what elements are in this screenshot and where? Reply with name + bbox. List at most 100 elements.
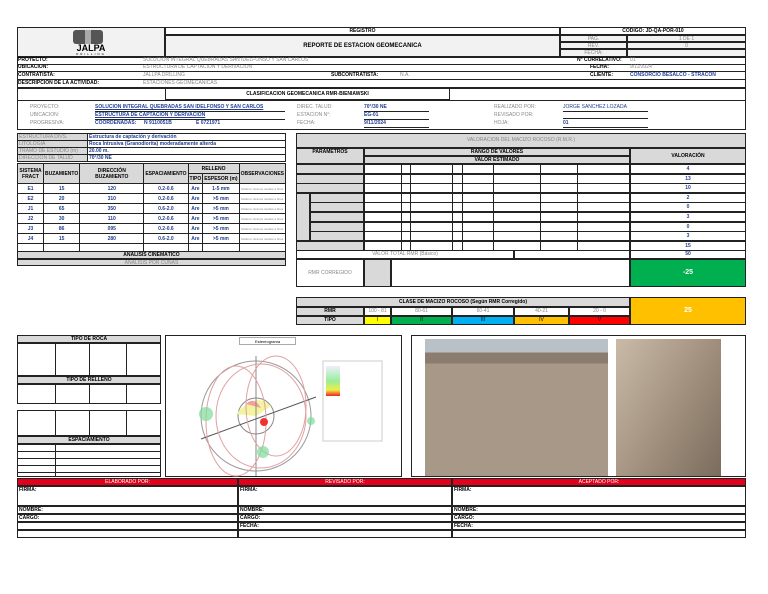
cell: 20 bbox=[42, 193, 81, 204]
blank-row bbox=[17, 530, 238, 538]
cell: J3 bbox=[17, 223, 44, 234]
clase-tipo-label: TIPO bbox=[296, 316, 364, 325]
table-row: J4 15 280 0.6-2.0 Are >5 mm Relleno: Granos me… bbox=[17, 233, 287, 244]
valoracion-value: 3 bbox=[630, 231, 746, 242]
cell: 310 bbox=[79, 193, 145, 204]
parametro-cell bbox=[310, 192, 364, 203]
blank-row bbox=[452, 530, 746, 538]
cell: Are bbox=[187, 213, 204, 224]
h-obs: OBSERVACIONES bbox=[238, 163, 287, 184]
valoracion-value: 13 bbox=[630, 173, 746, 184]
firma-header: REVISADO POR: bbox=[238, 478, 452, 486]
nombre-field: NOMBRE: bbox=[452, 506, 746, 514]
clase-tipo: IV bbox=[514, 316, 569, 325]
cell: Relleno: Granos medios a finos bbox=[238, 193, 287, 204]
logo-icon bbox=[73, 30, 103, 44]
corregido-label: RMR CORREGIDO bbox=[296, 259, 364, 287]
firma-field: FIRMA: bbox=[238, 486, 452, 506]
tipo-relleno-grid bbox=[17, 384, 161, 404]
cell: Are bbox=[187, 233, 204, 244]
estacion: EG-01 bbox=[364, 112, 429, 120]
rango-cell bbox=[364, 164, 630, 174]
cell: Relleno: Granos medios a finos bbox=[238, 183, 287, 194]
cell: 0.2-0.6 bbox=[143, 183, 189, 194]
blank-row bbox=[238, 530, 452, 538]
revisado-label: REVISADO POR: bbox=[494, 112, 534, 118]
tramo-label: TRAMO DE ESTUDIO (m) bbox=[17, 147, 88, 155]
subcontratista-value: N.A. bbox=[400, 72, 410, 78]
parametros-header: PARAMETROS bbox=[296, 148, 364, 164]
rev-label: REV. bbox=[560, 42, 627, 49]
dirtalud-label: DIREC. TALUD: bbox=[297, 104, 333, 110]
cell: >5 mm bbox=[202, 193, 240, 204]
cargo-field: CARGO: bbox=[238, 514, 452, 522]
cliente-label: CLIENTE: bbox=[590, 72, 614, 78]
dirtalud-row-label: DIRECCION DE TALUD bbox=[17, 154, 88, 162]
dirtalud: 70°/30 NE bbox=[364, 104, 429, 112]
espaciamiento-header: ESPACIAMIENTO bbox=[17, 436, 161, 444]
corregido-blank bbox=[391, 259, 630, 287]
outcrop-photo-1 bbox=[425, 339, 608, 476]
cell: Relleno: Granos medios a finos bbox=[238, 223, 287, 234]
cell: 280 bbox=[79, 233, 145, 244]
cell: >5 mm bbox=[202, 213, 240, 224]
info-proyecto: SOLUCION INTEGRAL QUEBRADAS SAN IDELFONS… bbox=[95, 104, 285, 112]
clase-range: 60-41 bbox=[452, 307, 514, 316]
tramo-value: 20.00 m. bbox=[87, 147, 286, 155]
subcontratista-label: SUBCONTRATISTA: bbox=[331, 72, 379, 78]
cell: Relleno: Granos medios a finos bbox=[238, 233, 287, 244]
rango-cell bbox=[364, 221, 630, 232]
fecha-field: FECHA: bbox=[452, 522, 746, 530]
ubicacion-label: UBICACIÓN: bbox=[18, 64, 48, 70]
pag-label: PAG. bbox=[560, 35, 627, 42]
clase-tipo: III bbox=[452, 316, 514, 325]
total-value: 50 bbox=[630, 250, 746, 259]
cell: E2 bbox=[17, 193, 44, 204]
pole-cluster bbox=[257, 446, 269, 458]
fecha-value bbox=[627, 49, 746, 57]
correlativo-label: N° CORRELATIVO: bbox=[577, 57, 622, 63]
cargo-field: CARGO: bbox=[17, 514, 238, 522]
realizado: JORGE SANCHEZ LOZADA bbox=[563, 104, 648, 112]
info-fecha: 9/11/2024 bbox=[364, 120, 429, 128]
estimado-header: VALOR ESTIMADO bbox=[364, 156, 630, 164]
legend-scale bbox=[326, 366, 340, 396]
divider bbox=[17, 79, 746, 80]
h-buzamiento: BUZAMIENTO bbox=[42, 163, 81, 184]
firma-field: FIRMA: bbox=[452, 486, 746, 506]
cell: >5 mm bbox=[202, 223, 240, 234]
stereonet-plot bbox=[199, 355, 383, 477]
rango-cell bbox=[364, 192, 630, 203]
estructura-value: Estructura de captación y derivación bbox=[87, 133, 286, 141]
contratista-value: JALLPA DRILLING bbox=[143, 72, 185, 78]
info-fecha-label: FECHA: bbox=[297, 120, 316, 126]
contratista-label: CONTRATISTA: bbox=[18, 72, 55, 78]
estacion-label: ESTACION N°: bbox=[297, 112, 331, 118]
estructura-table: ESTRUCTURA DIVS. Estructura de captación … bbox=[17, 133, 286, 162]
rango-cell bbox=[364, 231, 630, 242]
rango-cell bbox=[364, 212, 630, 222]
clase-title: CLASE DE MACIZO ROCOSO (Según RMR Correg… bbox=[296, 297, 630, 307]
logo-sub: DRILLING bbox=[76, 52, 106, 56]
hoja: 01 bbox=[563, 120, 648, 128]
dirtalud-row-value: 70°/30 NE bbox=[87, 154, 286, 162]
cell: 110 bbox=[79, 213, 145, 224]
info-progresiva-label: PROGRESIVA: bbox=[30, 120, 65, 126]
cell: 0.6-2.0 bbox=[143, 203, 189, 214]
fecha2-value: 9/11/2024 bbox=[630, 64, 652, 70]
tipo-relleno-header: TIPO DE RELLENO bbox=[17, 376, 161, 384]
cell: J2 bbox=[17, 213, 44, 224]
correlativo-value: 01 bbox=[630, 57, 636, 63]
ubicacion-value: ESTRUCTURA DE CAPTACIÓN Y DERIVACIÓN bbox=[143, 64, 253, 70]
fecha2-label: FECHA: bbox=[590, 64, 609, 70]
espaciamiento-grid bbox=[17, 444, 161, 477]
rango-header: RANGO DE VALORES bbox=[364, 148, 630, 156]
total-label: VALOR TOTAL RMR (Básico) bbox=[296, 250, 514, 259]
info-ubicacion: ESTRUCTURA DE CAPTACIÓN Y DERIVACIÓN bbox=[95, 112, 285, 120]
analisis-cinematico: ANÁLISIS CINEMÁTICO bbox=[17, 251, 286, 259]
cell: E1 bbox=[17, 183, 44, 194]
cell: >5 mm bbox=[202, 233, 240, 244]
pole-cluster bbox=[199, 407, 213, 421]
clase-tipo: II bbox=[391, 316, 452, 325]
tipo-roca-grid bbox=[17, 343, 161, 376]
